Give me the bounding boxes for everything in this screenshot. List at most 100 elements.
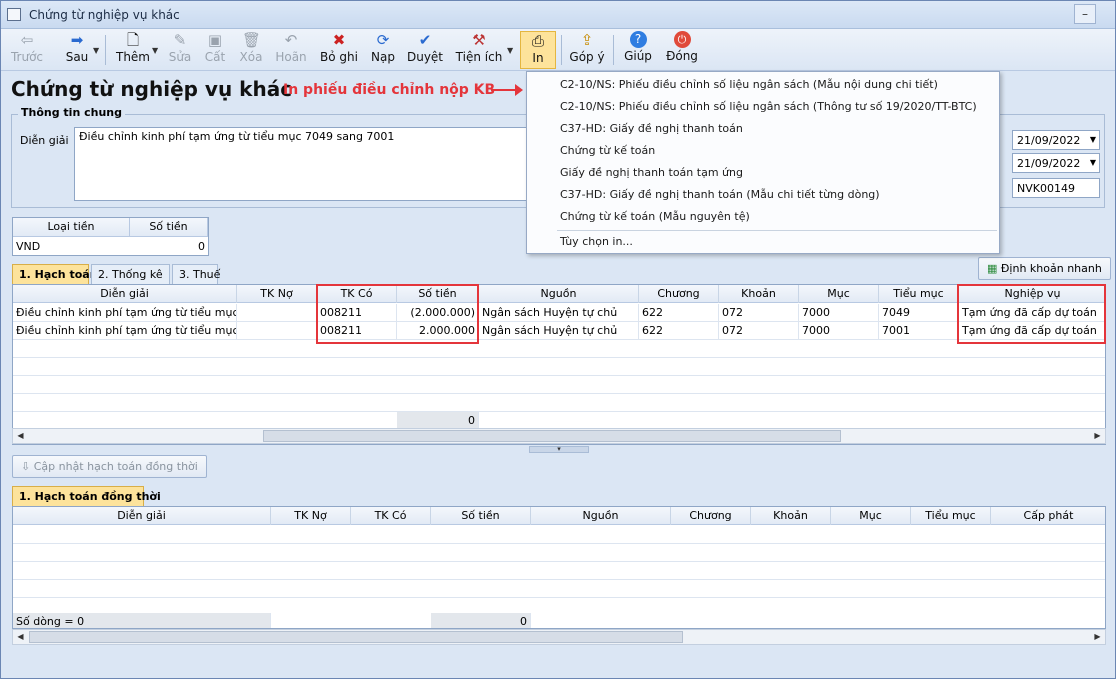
feedback-button[interactable]: ⇪ Góp ý: [567, 31, 607, 69]
table-row[interactable]: [13, 340, 1105, 358]
scroll-left-icon[interactable]: ◀: [14, 631, 27, 643]
table-row[interactable]: [13, 526, 1105, 544]
cell-item[interactable]: 7000: [799, 322, 879, 340]
description-input[interactable]: Điều chỉnh kinh phí tạm ứng từ tiểu mục …: [74, 127, 534, 201]
tab-accounting[interactable]: 1. Hạch toán: [12, 264, 98, 284]
menu-item-accounting-voucher[interactable]: Chứng từ kế toán: [560, 144, 655, 157]
cell-source[interactable]: Ngân sách Huyện tự chủ: [479, 322, 639, 340]
col-allocation[interactable]: Cấp phát: [991, 507, 1105, 525]
col-subitem[interactable]: Tiểu mục: [879, 285, 959, 303]
currency-type-value[interactable]: VND: [13, 238, 130, 256]
unpost-button[interactable]: ✖ Bỏ ghi: [319, 31, 359, 69]
save-icon: ▣: [207, 31, 223, 49]
scroll-thumb[interactable]: [263, 430, 841, 442]
cell-section[interactable]: 072: [719, 304, 799, 322]
date-field-2[interactable]: 21/09/2022 ▼: [1012, 153, 1100, 173]
menu-item-c2-10-circular[interactable]: C2-10/NS: Phiếu điều chỉnh số liệu ngân …: [560, 100, 977, 113]
col-source[interactable]: Nguồn: [479, 285, 639, 303]
cell-debit[interactable]: [237, 304, 317, 322]
col-source[interactable]: Nguồn: [531, 507, 671, 525]
tab-statistics[interactable]: 2. Thống kê: [91, 264, 170, 284]
add-button[interactable]: 🗋 Thêm: [113, 31, 153, 69]
chevron-down-icon[interactable]: ▼: [1090, 135, 1096, 144]
col-section[interactable]: Khoản: [751, 507, 831, 525]
help-button[interactable]: ? Giúp: [621, 31, 655, 69]
utilities-button[interactable]: ⚒ Tiện ích: [453, 31, 505, 69]
cell-section[interactable]: 072: [719, 322, 799, 340]
print-button[interactable]: ⎙ In: [520, 31, 556, 69]
horizontal-scrollbar-2[interactable]: ◀ ▶: [12, 629, 1106, 645]
cell-item[interactable]: 7000: [799, 304, 879, 322]
date-field-1[interactable]: 21/09/2022 ▼: [1012, 130, 1100, 150]
grid-header: Diễn giải TK Nợ TK Có Số tiền Nguồn Chươ…: [13, 507, 1105, 525]
next-button[interactable]: ➡ Sau: [59, 31, 95, 69]
grid-header: Diễn giải TK Nợ TK Có Số tiền Nguồn Chươ…: [13, 285, 1105, 303]
menu-item-c2-10-detail[interactable]: C2-10/NS: Phiếu điều chỉnh số liệu ngân …: [560, 78, 938, 91]
quick-entry-button[interactable]: ▦ Định khoản nhanh: [978, 257, 1111, 280]
col-debit[interactable]: TK Nợ: [237, 285, 317, 303]
splitter-handle[interactable]: ▾: [529, 446, 589, 453]
col-amount[interactable]: Số tiền: [431, 507, 531, 525]
save-button[interactable]: ▣ Cất: [199, 31, 231, 69]
col-item[interactable]: Mục: [831, 507, 911, 525]
amount-value[interactable]: 0: [130, 238, 208, 256]
tab-tax[interactable]: 3. Thuế: [172, 264, 220, 284]
table-row[interactable]: [13, 394, 1105, 412]
table-row[interactable]: Điều chỉnh kinh phí tạm ứng từ tiểu mục …: [13, 322, 1105, 340]
prev-button[interactable]: ⇦ Trước: [7, 31, 47, 69]
col-description[interactable]: Diễn giải: [13, 285, 237, 303]
cell-description[interactable]: Điều chỉnh kinh phí tạm ứng từ tiểu mục …: [13, 322, 237, 340]
scroll-thumb[interactable]: [29, 631, 683, 643]
amount-total-2: 0: [431, 613, 531, 628]
col-chapter[interactable]: Chương: [639, 285, 719, 303]
tab-concurrent-accounting[interactable]: 1. Hạch toán đồng thời: [12, 486, 161, 506]
table-row[interactable]: [13, 358, 1105, 376]
close-button[interactable]: ⏻ Đóng: [663, 31, 701, 69]
postpone-button[interactable]: ↶ Hoãn: [271, 31, 311, 69]
chevron-down-icon[interactable]: ▼: [1090, 158, 1096, 167]
table-row[interactable]: [13, 562, 1105, 580]
table-row[interactable]: [13, 376, 1105, 394]
chevron-down-icon[interactable]: ▼: [93, 46, 99, 55]
update-concurrent-button[interactable]: ⇩ Cập nhật hạch toán đồng thời: [12, 455, 207, 478]
new-document-icon: 🗋: [126, 31, 140, 49]
table-row[interactable]: Điều chỉnh kinh phí tạm ứng từ tiểu mục …: [13, 304, 1105, 322]
voucher-number-field[interactable]: NVK00149: [1012, 178, 1100, 198]
delete-button[interactable]: 🗑 Xóa: [235, 31, 267, 69]
menu-item-print-options[interactable]: Tùy chọn in...: [560, 235, 633, 248]
col-credit[interactable]: TK Có: [351, 507, 431, 525]
cell-subitem[interactable]: 7001: [879, 322, 959, 340]
col-chapter[interactable]: Chương: [671, 507, 751, 525]
col-section[interactable]: Khoản: [719, 285, 799, 303]
menu-item-voucher-currency[interactable]: Chứng từ kế toán (Mẫu nguyên tệ): [560, 210, 750, 223]
currency-type-header: Loại tiền: [13, 218, 130, 237]
col-item[interactable]: Mục: [799, 285, 879, 303]
table-row[interactable]: [13, 544, 1105, 562]
quick-entry-icon: ▦: [987, 262, 998, 275]
table-row[interactable]: [13, 580, 1105, 598]
chevron-down-icon[interactable]: ▼: [152, 46, 158, 55]
menu-item-c37-payment[interactable]: C37-HD: Giấy đề nghị thanh toán: [560, 122, 743, 135]
scroll-right-icon[interactable]: ▶: [1091, 631, 1104, 643]
col-subitem[interactable]: Tiểu mục: [911, 507, 991, 525]
scroll-left-icon[interactable]: ◀: [14, 430, 27, 442]
cell-debit[interactable]: [237, 322, 317, 340]
menu-item-advance-payment[interactable]: Giấy đề nghị thanh toán tạm ứng: [560, 166, 743, 179]
col-description[interactable]: Diễn giải: [13, 507, 271, 525]
edit-button[interactable]: ✎ Sửa: [165, 31, 195, 69]
reload-button[interactable]: ⟳ Nạp: [367, 31, 399, 69]
cell-subitem[interactable]: 7049: [879, 304, 959, 322]
cell-chapter[interactable]: 622: [639, 304, 719, 322]
col-debit[interactable]: TK Nợ: [271, 507, 351, 525]
tools-icon: ⚒: [472, 31, 486, 49]
cell-description[interactable]: Điều chỉnh kinh phí tạm ứng từ tiểu mục …: [13, 304, 237, 322]
approve-button[interactable]: ✔ Duyệt: [405, 31, 445, 69]
minimize-icon[interactable]: –: [1074, 4, 1096, 24]
horizontal-scrollbar[interactable]: ◀ ▶: [12, 428, 1106, 444]
cell-source[interactable]: Ngân sách Huyện tự chủ: [479, 304, 639, 322]
scroll-right-icon[interactable]: ▶: [1091, 430, 1104, 442]
chevron-down-icon[interactable]: ▼: [507, 46, 513, 55]
menu-item-c37-detail[interactable]: C37-HD: Giấy đề nghị thanh toán (Mẫu chi…: [560, 188, 880, 201]
highlight-box-credit-amount: [316, 284, 479, 344]
cell-chapter[interactable]: 622: [639, 322, 719, 340]
